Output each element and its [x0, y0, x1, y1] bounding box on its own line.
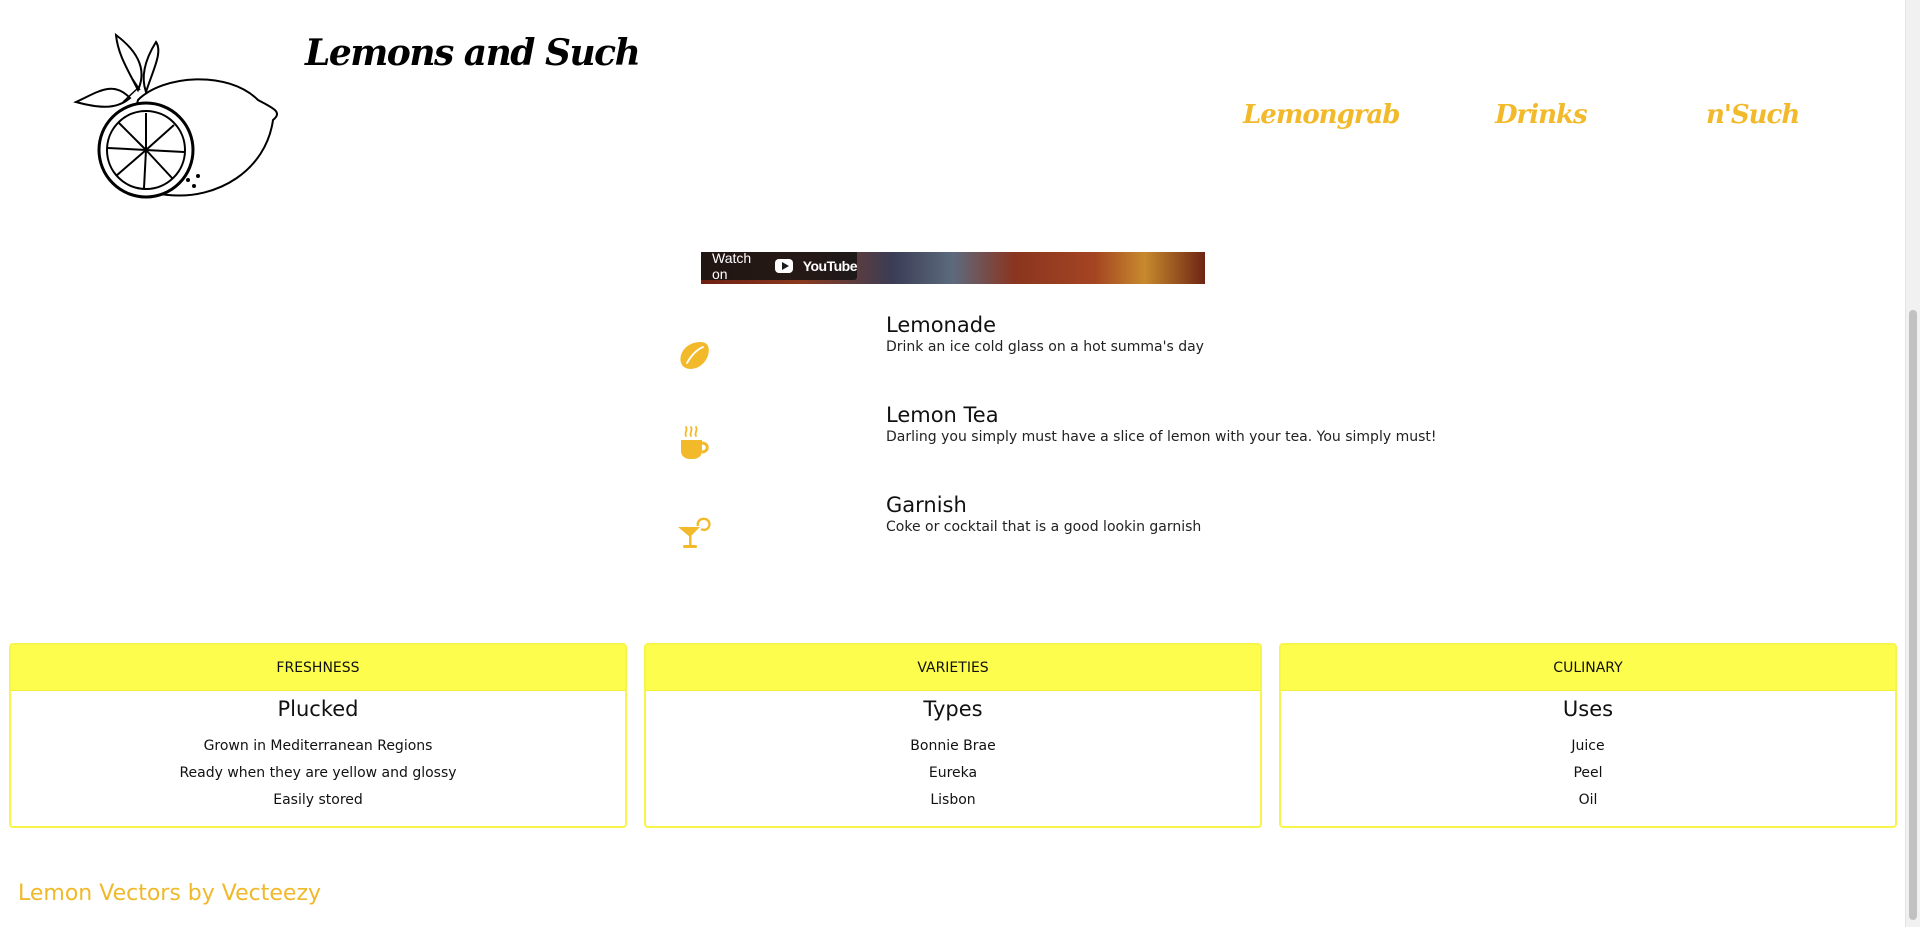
card-header: FRESHNESS: [11, 645, 625, 691]
watch-on-youtube-button[interactable]: Watch on YouTube: [701, 252, 858, 282]
list-item: Bonnie Brae: [910, 738, 996, 754]
watch-on-label: Watch on: [712, 252, 752, 282]
feature-title: Garnish: [886, 493, 967, 517]
list-item: Juice: [1571, 738, 1605, 754]
card-list: Bonnie Brae Eureka Lisbon: [646, 733, 1260, 814]
feature-description: Darling you simply must have a slice of …: [886, 429, 1437, 445]
nav-drinks[interactable]: Drinks: [1495, 100, 1588, 130]
nav-lemongrab[interactable]: Lemongrab: [1243, 100, 1400, 130]
lemon-icon: [680, 341, 709, 369]
card-title: Types: [923, 697, 983, 721]
card-culinary: CULINARY Uses Juice Peel Oil: [1279, 643, 1897, 828]
list-item: Peel: [1573, 765, 1603, 781]
list-item: Lisbon: [930, 792, 976, 808]
youtube-brand-label: YouTube: [802, 258, 858, 274]
list-item: Easily stored: [273, 792, 363, 808]
cocktail-icon: [678, 517, 711, 548]
card-freshness: FRESHNESS Plucked Grown in Mediterranean…: [9, 643, 627, 828]
card-list: Juice Peel Oil: [1281, 733, 1895, 814]
feature-title: Lemonade: [886, 313, 996, 337]
feature-item-garnish: Garnish Coke or cocktail that is a good …: [0, 490, 1905, 560]
scrollbar-thumb[interactable]: [1909, 310, 1917, 920]
mug-icon: [681, 426, 709, 459]
card-header: VARIETIES: [646, 645, 1260, 691]
nav-nsuch[interactable]: n'Such: [1706, 100, 1800, 130]
list-item: Oil: [1578, 792, 1598, 808]
site-title: Lemons and Such: [305, 32, 641, 74]
youtube-play-icon: [774, 259, 793, 273]
feature-item-lemonade: Lemonade Drink an ice cold glass on a ho…: [0, 310, 1905, 380]
page: Lemons and Such Lemongrab Drinks n'Such …: [0, 0, 1920, 927]
feature-title: Lemon Tea: [886, 403, 999, 427]
feature-description: Drink an ice cold glass on a hot summa's…: [886, 339, 1204, 355]
list-item: Grown in Mediterranean Regions: [203, 738, 433, 754]
site-header: Lemons and Such Lemongrab Drinks n'Such: [0, 0, 1905, 252]
list-item: Ready when they are yellow and glossy: [179, 765, 457, 781]
card-varieties: VARIETIES Types Bonnie Brae Eureka Lisbo…: [644, 643, 1262, 828]
feature-description: Coke or cocktail that is a good lookin g…: [886, 519, 1202, 535]
vecteezy-credit-link[interactable]: Lemon Vectors by Vecteezy: [18, 881, 321, 906]
card-title: Uses: [1562, 697, 1614, 721]
feature-item-lemon-tea: Lemon Tea Darling you simply must have a…: [0, 400, 1905, 470]
card-header: CULINARY: [1281, 645, 1895, 691]
list-item: Eureka: [928, 765, 978, 781]
card-list: Grown in Mediterranean Regions Ready whe…: [11, 733, 625, 814]
video-embed[interactable]: Watch on YouTube: [701, 252, 1205, 284]
vertical-scrollbar[interactable]: [1905, 0, 1920, 927]
card-title: Plucked: [277, 697, 359, 721]
lemon-logo[interactable]: [68, 30, 278, 205]
